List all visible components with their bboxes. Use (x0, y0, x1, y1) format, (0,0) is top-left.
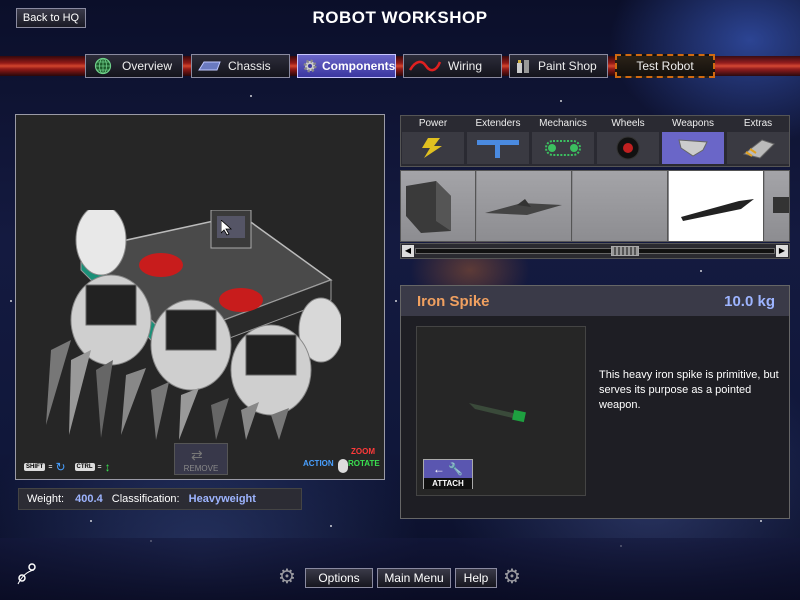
scroll-right-arrow-icon[interactable]: ▶ (776, 245, 788, 257)
category-weapons-label: Weapons (671, 118, 715, 129)
category-weapons[interactable]: Weapons (661, 116, 725, 166)
tab-chassis-label: Chassis (228, 59, 271, 73)
robot-stats-bar: Weight: 400.4 Classification: Heavyweigh… (18, 488, 302, 510)
category-wheels-label: Wheels (611, 118, 645, 129)
remove-button[interactable]: ⇄ REMOVE (174, 443, 228, 475)
tab-components[interactable]: Components (297, 54, 396, 78)
part-detail-header: Iron Spike 10.0 kg (401, 286, 789, 316)
help-button[interactable]: Help (455, 568, 497, 588)
gear-icon: ⚙ (503, 566, 521, 588)
part-weight: 10.0 kg (724, 292, 775, 310)
page-title: ROBOT WORKSHOP (312, 8, 488, 27)
wheel-icon (597, 132, 659, 164)
classification-label: Classification: (111, 493, 180, 505)
attach-label: ATTACH (424, 478, 472, 489)
weight-label: Weight: (27, 493, 65, 505)
tab-chassis[interactable]: Chassis (191, 54, 290, 78)
action-label: ACTION (303, 459, 334, 468)
tab-wiring[interactable]: Wiring (403, 54, 502, 78)
part-thumbnail[interactable] (765, 171, 789, 241)
scroll-left-arrow-icon[interactable]: ◀ (402, 245, 414, 257)
tab-components-label: Components (322, 59, 396, 73)
classification-value: Heavyweight (188, 493, 256, 505)
options-button[interactable]: Options (305, 568, 373, 588)
robot-3d-viewport[interactable]: SHIFT = ↻ CTRL = ↕ ⇄ REMOVE ZOOM ACTION … (15, 114, 385, 480)
iron-spike-model (469, 403, 526, 423)
test-robot-label: Test Robot (636, 59, 694, 73)
globe-icon (90, 57, 116, 75)
tab-paint-shop-label: Paint Shop (538, 59, 597, 73)
parts-strip (400, 170, 790, 242)
blade-icon (662, 132, 724, 164)
main-menu-button[interactable]: Main Menu (377, 568, 451, 588)
category-extenders-label: Extenders (475, 118, 521, 129)
extras-icon (727, 132, 789, 164)
chassis-icon (196, 57, 222, 75)
scroll-thumb[interactable] (611, 246, 639, 256)
category-mechanics[interactable]: Mechanics (531, 116, 595, 166)
mouse-controls-hint: ZOOM ACTION ROTATE (301, 445, 381, 475)
tab-overview[interactable]: Overview (85, 54, 183, 78)
rotate-arrow-icon: ↻ (55, 460, 66, 474)
attach-wrench-icon: ← 🔧 (432, 462, 464, 476)
robot-model[interactable] (41, 210, 341, 440)
mouse-cursor-icon (221, 220, 233, 236)
shift-key: SHIFT (24, 463, 46, 471)
remove-label: REMOVE (183, 464, 219, 473)
chain-icon (532, 132, 594, 164)
part-thumbnail[interactable] (573, 171, 668, 241)
category-extenders[interactable]: Extenders (466, 116, 530, 166)
ctrl-key: CTRL (74, 463, 95, 471)
part-thumbnail[interactable] (401, 171, 476, 241)
paint-icon (514, 57, 532, 75)
category-wheels[interactable]: Wheels (596, 116, 660, 166)
category-power-label: Power (418, 118, 448, 129)
vertical-arrow-icon: ↕ (104, 460, 111, 474)
gear-icon (302, 57, 318, 75)
test-robot-button[interactable]: Test Robot (615, 54, 715, 78)
category-mechanics-label: Mechanics (539, 118, 587, 129)
remove-arrow-icon: ⇄ (191, 447, 203, 463)
gear-icon: ⚙ (278, 566, 296, 588)
part-preview: ← 🔧 ATTACH (416, 326, 586, 496)
wire-icon (408, 57, 442, 75)
category-power[interactable]: Power (401, 116, 465, 166)
part-description: This heavy iron spike is primitive, but … (599, 369, 779, 411)
tab-overview-label: Overview (122, 59, 173, 73)
category-extras[interactable]: Extras (726, 116, 790, 166)
part-detail-panel: Iron Spike 10.0 kg ← 🔧 ATTACH This heavy… (400, 285, 790, 519)
weight-value: 400.4 (75, 493, 103, 505)
tab-wiring-label: Wiring (448, 59, 483, 73)
lightning-icon (402, 132, 464, 164)
part-name: Iron Spike (417, 292, 490, 310)
zoom-label: ZOOM (351, 447, 375, 456)
shift-ctrl-hint: SHIFT = ↻ CTRL = ↕ (24, 460, 111, 474)
mouse-icon (338, 459, 348, 473)
game-logo-icon (17, 563, 36, 585)
rotate-label: ROTATE (348, 459, 380, 468)
part-thumbnail-selected[interactable] (669, 171, 764, 241)
tab-paint-shop[interactable]: Paint Shop (509, 54, 608, 78)
category-extras-label: Extras (743, 118, 773, 129)
part-thumbnail[interactable] (477, 171, 572, 241)
component-category-bar: Power Extenders Mechanics Wheels Weapons… (400, 115, 790, 167)
parts-scrollbar[interactable]: ◀ ▶ (400, 243, 790, 259)
extender-icon (467, 132, 529, 164)
attach-button[interactable]: ← 🔧 ATTACH (423, 459, 473, 489)
scroll-track[interactable] (415, 248, 775, 254)
